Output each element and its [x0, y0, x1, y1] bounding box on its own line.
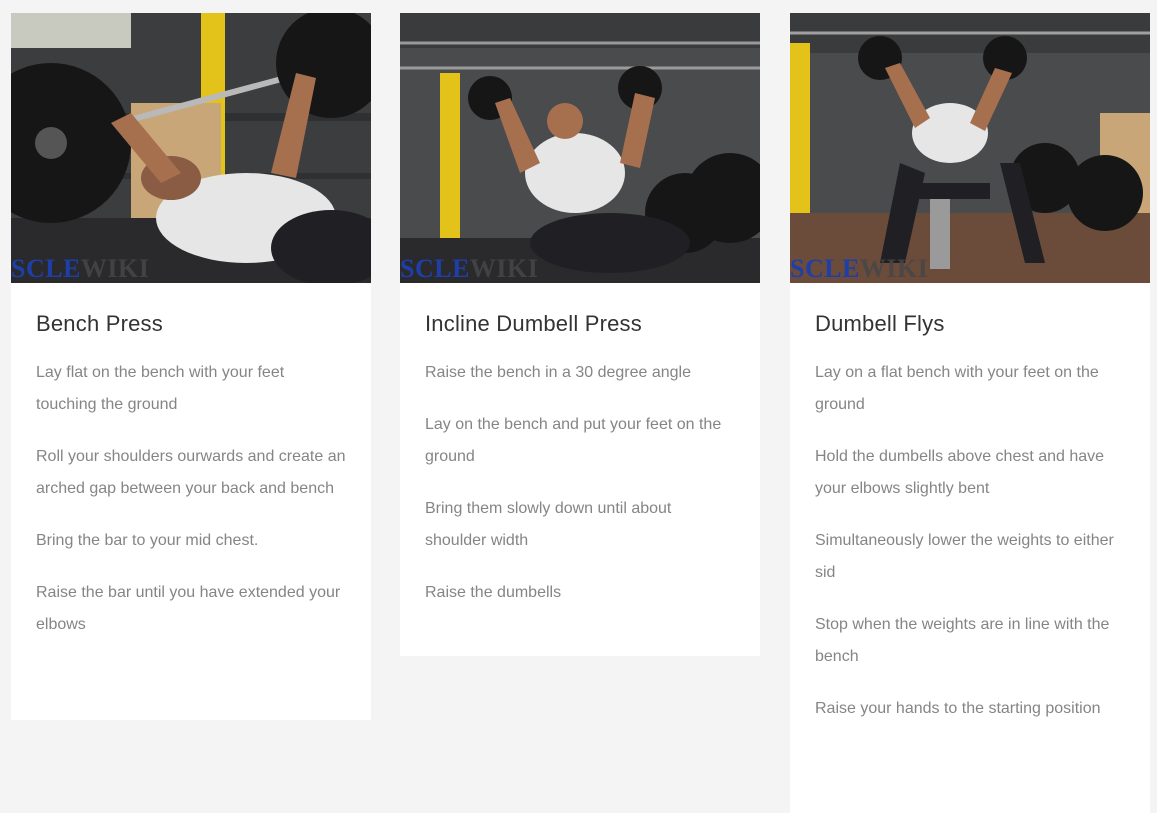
bench-press-illustration [11, 13, 371, 283]
watermark-part-1: SCLE [11, 254, 81, 283]
exercise-step: Raise the bar until you have extended yo… [36, 584, 341, 633]
exercise-step: Bring the bar to your mid chest. [36, 532, 259, 549]
watermark-part-2: WIKI [859, 254, 929, 283]
card-body: Incline Dumbell Press Raise the bench in… [400, 283, 760, 643]
exercise-step: Simultaneously lower the weights to eith… [815, 532, 1114, 581]
incline-dumbell-press-illustration [400, 13, 760, 283]
card-body: Bench Press Lay flat on the bench with y… [11, 283, 371, 675]
exercise-step: Raise the bench in a 30 degree angle [425, 364, 691, 381]
exercise-photo-dumbell-flys[interactable]: SCLEWIKI [790, 13, 1150, 283]
exercise-step: Bring them slowly down until about shoul… [425, 500, 672, 549]
exercise-title: Incline Dumbell Press [425, 311, 642, 336]
exercise-step: Lay on a flat bench with your feet on th… [815, 364, 1099, 413]
exercise-card-bench-press: SCLEWIKI Bench Press Lay flat on the ben… [11, 13, 371, 720]
watermark-part-2: WIKI [469, 254, 539, 283]
watermark-part-2: WIKI [80, 254, 150, 283]
exercise-step: Raise your hands to the starting positio… [815, 700, 1101, 717]
exercise-card-dumbell-flys: SCLEWIKI Dumbell Flys Lay on a flat benc… [790, 13, 1150, 813]
exercise-step: Raise the dumbells [425, 584, 562, 601]
watermark: SCLEWIKI [11, 255, 149, 283]
watermark-part-1: SCLE [400, 254, 470, 283]
exercise-title: Dumbell Flys [815, 311, 945, 336]
card-body: Dumbell Flys Lay on a flat bench with yo… [790, 283, 1150, 759]
exercise-step: Roll your shoulders ourwards and create … [36, 448, 346, 497]
watermark-part-1: SCLE [790, 254, 860, 283]
exercise-title: Bench Press [36, 311, 163, 336]
watermark: SCLEWIKI [790, 255, 928, 283]
exercise-step: Hold the dumbells above chest and have y… [815, 448, 1105, 497]
exercise-step: Lay on the bench and put your feet on th… [425, 416, 722, 465]
watermark: SCLEWIKI [400, 255, 538, 283]
exercise-step: Lay flat on the bench with your feet tou… [36, 364, 285, 413]
dumbell-flys-illustration [790, 13, 1150, 283]
exercise-card-incline-dumbell-press: SCLEWIKI Incline Dumbell Press Raise the… [400, 13, 760, 656]
exercise-photo-incline-dumbell-press[interactable]: SCLEWIKI [400, 13, 760, 283]
exercise-step: Stop when the weights are in line with t… [815, 616, 1110, 665]
exercise-photo-bench-press[interactable]: SCLEWIKI [11, 13, 371, 283]
